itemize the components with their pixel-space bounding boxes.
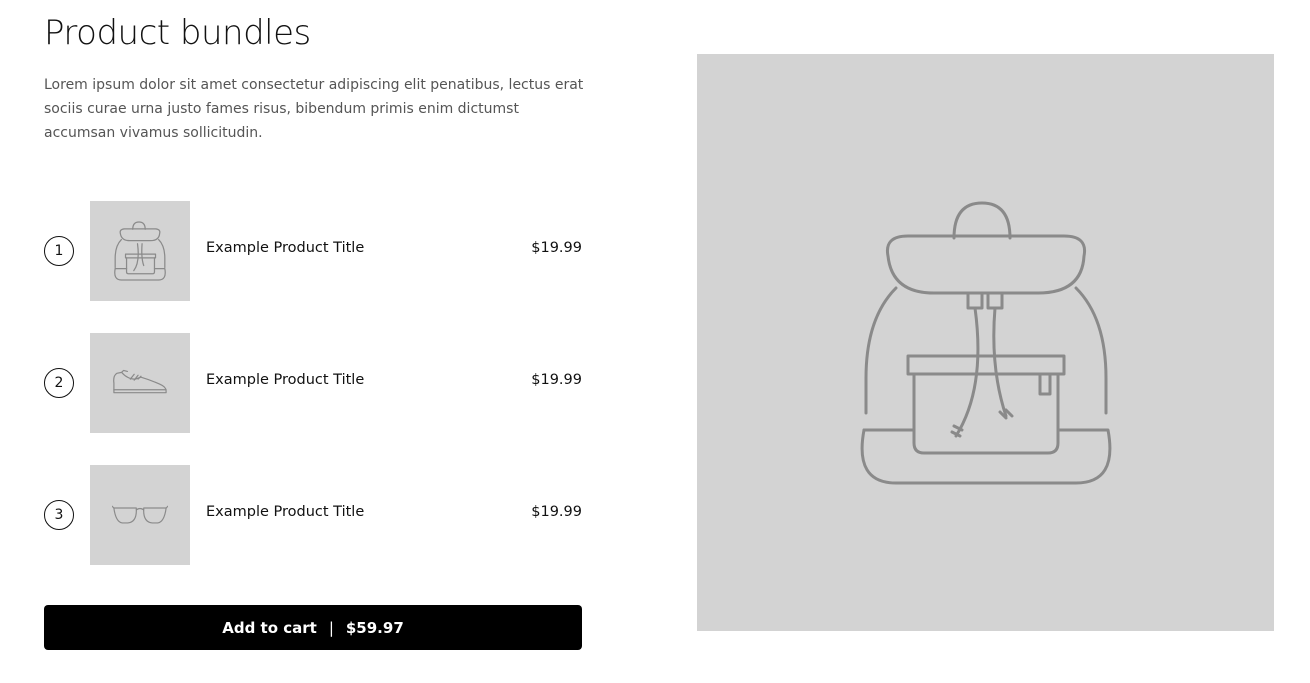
product-title[interactable]: Example Product Title xyxy=(206,240,364,256)
featured-product-image xyxy=(697,54,1274,631)
item-number: 2 xyxy=(44,368,74,398)
product-price: $19.99 xyxy=(531,372,582,388)
button-separator: | xyxy=(328,618,334,637)
bundle-item: 1 Example Product Title $19.99 xyxy=(44,201,582,301)
product-title[interactable]: Example Product Title xyxy=(206,504,364,520)
bundle-total-price: $59.97 xyxy=(345,618,404,637)
product-thumbnail[interactable] xyxy=(90,333,190,433)
product-title[interactable]: Example Product Title xyxy=(206,372,364,388)
product-price: $19.99 xyxy=(531,240,582,256)
section-title: Product bundles xyxy=(44,13,311,53)
bundle-item: 3 Example Product Title $19.99 xyxy=(44,465,582,565)
backpack-icon xyxy=(860,201,1111,484)
product-thumbnail[interactable] xyxy=(90,201,190,301)
sneaker-icon xyxy=(113,369,167,394)
product-thumbnail[interactable] xyxy=(90,465,190,565)
item-number: 3 xyxy=(44,500,74,530)
add-to-cart-label: Add to cart xyxy=(222,618,317,637)
bundle-item: 2 Example Product Title $19.99 xyxy=(44,333,582,433)
section-description: Lorem ipsum dolor sit amet consectetur a… xyxy=(44,77,584,141)
backpack-icon xyxy=(114,221,166,281)
product-price: $19.99 xyxy=(531,504,582,520)
add-to-cart-button[interactable]: Add to cart | $59.97 xyxy=(44,605,582,650)
item-number: 1 xyxy=(44,236,74,266)
glasses-icon xyxy=(112,505,168,524)
